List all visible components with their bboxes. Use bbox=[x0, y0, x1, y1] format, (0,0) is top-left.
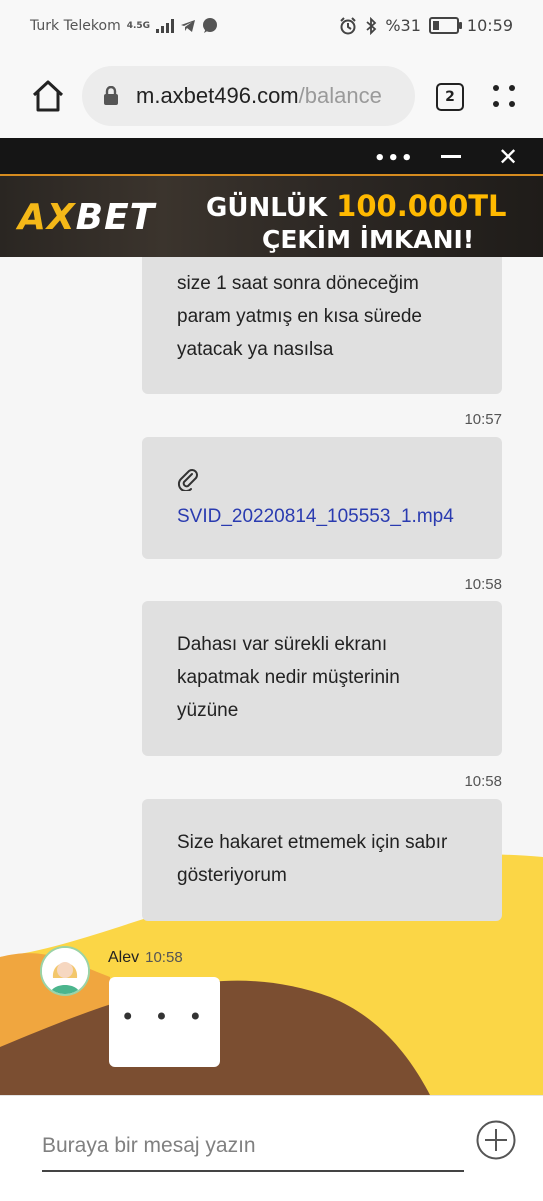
telegram-icon bbox=[181, 20, 196, 32]
battery-percent: %31 bbox=[385, 16, 421, 35]
url-path: /balance bbox=[298, 83, 382, 108]
message-time: 10:58 bbox=[464, 773, 502, 790]
message-input[interactable] bbox=[42, 1122, 464, 1172]
home-icon[interactable] bbox=[30, 78, 66, 114]
paperclip-icon bbox=[177, 469, 198, 491]
battery-icon bbox=[428, 17, 462, 34]
banner-ad[interactable]: AXBET GÜNLÜK 100.000TL ÇEKİM İMKANI! bbox=[0, 174, 543, 257]
axbet-logo: AXBET bbox=[18, 197, 156, 238]
agent-header: Alev 10:58 bbox=[108, 949, 183, 967]
message-time: 10:58 bbox=[464, 576, 502, 593]
banner-minimize-button[interactable] bbox=[441, 155, 461, 158]
attachment-bubble: SVID_20220814_105553_1.mp4 bbox=[142, 437, 502, 559]
more-menu-icon[interactable] bbox=[492, 84, 516, 108]
alarm-icon bbox=[340, 16, 357, 34]
url-text[interactable]: m.axbet496.com/balance bbox=[136, 83, 382, 109]
tab-switcher-button[interactable]: 2 bbox=[436, 83, 464, 111]
lock-icon bbox=[104, 86, 118, 105]
agent-name: Alev bbox=[108, 949, 140, 966]
signal-icon bbox=[156, 19, 175, 33]
address-bar[interactable]: m.axbet496.com/balance bbox=[82, 66, 415, 126]
bluetooth-icon bbox=[366, 16, 377, 35]
add-attachment-icon[interactable] bbox=[476, 1120, 516, 1160]
typing-indicator: • • • bbox=[109, 977, 220, 1067]
message-bubble: Size hakaret etmemek için sabır gösteriy… bbox=[142, 799, 502, 921]
message-icon bbox=[203, 18, 218, 33]
promo-banner[interactable]: ••• ✕ AXBET GÜNLÜK 100.000TL ÇEKİM İMKAN… bbox=[0, 138, 543, 257]
chat-area[interactable]: size 1 saat sonra döneceğim param yatmış… bbox=[0, 257, 543, 1095]
agent-avatar bbox=[40, 946, 90, 996]
banner-menu-button[interactable]: ••• bbox=[374, 148, 415, 169]
message-composer bbox=[0, 1095, 543, 1201]
browser-toolbar: m.axbet496.com/balance 2 bbox=[0, 56, 543, 138]
promo-line-2: ÇEKİM İMKANI! bbox=[262, 225, 475, 254]
status-bar: Turk Telekom 4.5G %31 10:59 bbox=[0, 0, 543, 56]
agent-time: 10:58 bbox=[145, 949, 183, 966]
promo-line-1: GÜNLÜK 100.000TL bbox=[206, 189, 507, 223]
network-type: 4.5G bbox=[126, 20, 151, 31]
clock: 10:59 bbox=[466, 16, 513, 35]
message-time: 10:57 bbox=[464, 411, 502, 428]
banner-close-button[interactable]: ✕ bbox=[498, 145, 518, 169]
attachment-link[interactable]: SVID_20220814_105553_1.mp4 bbox=[177, 500, 454, 533]
message-bubble: Dahası var sürekli ekranı kapatmak nedir… bbox=[142, 601, 502, 756]
message-bubble: size 1 saat sonra döneceğim param yatmış… bbox=[142, 257, 502, 394]
url-host: m.axbet496.com bbox=[136, 83, 299, 108]
banner-controls: ••• ✕ bbox=[0, 138, 543, 174]
carrier-label: Turk Telekom bbox=[30, 18, 121, 34]
